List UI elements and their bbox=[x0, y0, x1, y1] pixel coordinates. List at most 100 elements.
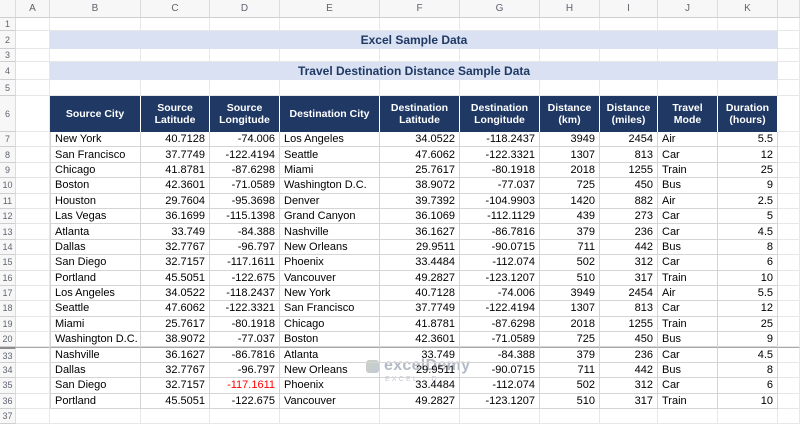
cell[interactable] bbox=[280, 80, 380, 96]
row-header-11[interactable]: 11 bbox=[0, 193, 16, 209]
cell-13-9[interactable]: 4.5 bbox=[718, 224, 778, 240]
cell-11-6[interactable]: 1420 bbox=[540, 193, 600, 209]
column-header-I[interactable]: I bbox=[600, 0, 658, 18]
cell-17-3[interactable]: New York bbox=[280, 285, 380, 302]
cell-16-0[interactable]: Portland bbox=[50, 270, 141, 286]
cell-19-8[interactable]: Train bbox=[658, 316, 718, 333]
column-header-C[interactable]: C bbox=[141, 0, 210, 18]
cell-7-7[interactable]: 2454 bbox=[600, 132, 658, 148]
cell-7-1[interactable]: 40.7128 bbox=[141, 132, 210, 148]
cell-20-3[interactable]: Boston bbox=[280, 332, 380, 348]
cell-16-2[interactable]: -122.675 bbox=[210, 270, 280, 286]
cell[interactable] bbox=[16, 208, 50, 225]
cell-12-3[interactable]: Grand Canyon bbox=[280, 208, 380, 225]
cell-7-9[interactable]: 5.5 bbox=[718, 132, 778, 148]
cell-17-9[interactable]: 5.5 bbox=[718, 285, 778, 302]
cell-34-0[interactable]: Dallas bbox=[50, 362, 141, 379]
cell-12-8[interactable]: Car bbox=[658, 208, 718, 225]
table-header-4[interactable]: Destination Latitude bbox=[380, 96, 460, 132]
cell-9-7[interactable]: 1255 bbox=[600, 162, 658, 179]
cell[interactable] bbox=[16, 255, 50, 271]
cell[interactable] bbox=[778, 239, 800, 256]
row-header-15[interactable]: 15 bbox=[0, 255, 16, 271]
cell[interactable] bbox=[16, 347, 50, 363]
cell-33-6[interactable]: 379 bbox=[540, 347, 600, 363]
cell-34-8[interactable]: Bus bbox=[658, 362, 718, 379]
cell-35-0[interactable]: San Diego bbox=[50, 378, 141, 394]
cell-10-7[interactable]: 450 bbox=[600, 178, 658, 194]
cell-33-0[interactable]: Nashville bbox=[50, 347, 141, 363]
cell-34-4[interactable]: 29.9511 bbox=[380, 362, 460, 379]
cell-10-1[interactable]: 42.3601 bbox=[141, 178, 210, 194]
cell[interactable] bbox=[718, 18, 778, 31]
cell-9-6[interactable]: 2018 bbox=[540, 162, 600, 179]
cell-8-4[interactable]: 47.6062 bbox=[380, 147, 460, 163]
cell[interactable] bbox=[16, 393, 50, 410]
cell[interactable] bbox=[380, 49, 460, 62]
cell-9-9[interactable]: 25 bbox=[718, 162, 778, 179]
cell-12-7[interactable]: 273 bbox=[600, 208, 658, 225]
table-header-0[interactable]: Source City bbox=[50, 96, 141, 132]
cell-15-8[interactable]: Car bbox=[658, 255, 718, 271]
row-header-36[interactable]: 36 bbox=[0, 393, 16, 410]
cell-11-3[interactable]: Denver bbox=[280, 193, 380, 209]
cell[interactable] bbox=[16, 178, 50, 194]
cell[interactable] bbox=[778, 193, 800, 209]
cell-12-5[interactable]: -112.1129 bbox=[460, 208, 540, 225]
cell[interactable] bbox=[778, 31, 800, 49]
cell-17-0[interactable]: Los Angeles bbox=[50, 285, 141, 302]
cell-7-4[interactable]: 34.0522 bbox=[380, 132, 460, 148]
cell[interactable] bbox=[16, 49, 50, 62]
row-header-4[interactable]: 4 bbox=[0, 62, 16, 80]
cell[interactable] bbox=[600, 80, 658, 96]
cell-18-0[interactable]: Seattle bbox=[50, 301, 141, 317]
cell[interactable] bbox=[210, 49, 280, 62]
cell[interactable] bbox=[718, 409, 778, 424]
cell-36-4[interactable]: 49.2827 bbox=[380, 393, 460, 410]
cell-15-5[interactable]: -112.074 bbox=[460, 255, 540, 271]
cell-9-4[interactable]: 25.7617 bbox=[380, 162, 460, 179]
cell-10-9[interactable]: 9 bbox=[718, 178, 778, 194]
column-header-G[interactable]: G bbox=[460, 0, 540, 18]
cell-14-9[interactable]: 8 bbox=[718, 239, 778, 256]
cell-10-6[interactable]: 725 bbox=[540, 178, 600, 194]
cell-19-5[interactable]: -87.6298 bbox=[460, 316, 540, 333]
cell-33-2[interactable]: -86.7816 bbox=[210, 347, 280, 363]
cell[interactable] bbox=[16, 31, 50, 49]
cell[interactable] bbox=[778, 285, 800, 302]
cell[interactable] bbox=[16, 147, 50, 163]
cell[interactable] bbox=[658, 80, 718, 96]
column-header-K[interactable]: K bbox=[718, 0, 778, 18]
cell-9-3[interactable]: Miami bbox=[280, 162, 380, 179]
cell[interactable] bbox=[16, 285, 50, 302]
cell-15-6[interactable]: 502 bbox=[540, 255, 600, 271]
cell[interactable] bbox=[16, 270, 50, 286]
table-header-7[interactable]: Distance (miles) bbox=[600, 96, 658, 132]
cell-13-0[interactable]: Atlanta bbox=[50, 224, 141, 240]
cell[interactable] bbox=[778, 393, 800, 410]
row-header-9[interactable]: 9 bbox=[0, 162, 16, 179]
cell[interactable] bbox=[210, 18, 280, 31]
cell-8-7[interactable]: 813 bbox=[600, 147, 658, 163]
cell[interactable] bbox=[16, 18, 50, 31]
cell-15-3[interactable]: Phoenix bbox=[280, 255, 380, 271]
cell-20-2[interactable]: -77.037 bbox=[210, 332, 280, 348]
cell-14-7[interactable]: 442 bbox=[600, 239, 658, 256]
cell-7-8[interactable]: Air bbox=[658, 132, 718, 148]
cell[interactable] bbox=[280, 18, 380, 31]
cell[interactable] bbox=[778, 409, 800, 424]
cell-35-1[interactable]: 32.7157 bbox=[141, 378, 210, 394]
cell-17-2[interactable]: -118.2437 bbox=[210, 285, 280, 302]
cell-35-8[interactable]: Car bbox=[658, 378, 718, 394]
cell-10-3[interactable]: Washington D.C. bbox=[280, 178, 380, 194]
cell-16-6[interactable]: 510 bbox=[540, 270, 600, 286]
table-header-3[interactable]: Destination City bbox=[280, 96, 380, 132]
cell-36-5[interactable]: -123.1207 bbox=[460, 393, 540, 410]
cell[interactable] bbox=[16, 301, 50, 317]
table-header-6[interactable]: Distance (km) bbox=[540, 96, 600, 132]
row-header-20[interactable]: 20 bbox=[0, 332, 16, 348]
cell-20-0[interactable]: Washington D.C. bbox=[50, 332, 141, 348]
cell[interactable] bbox=[778, 255, 800, 271]
cell[interactable] bbox=[16, 132, 50, 148]
cell-10-8[interactable]: Bus bbox=[658, 178, 718, 194]
